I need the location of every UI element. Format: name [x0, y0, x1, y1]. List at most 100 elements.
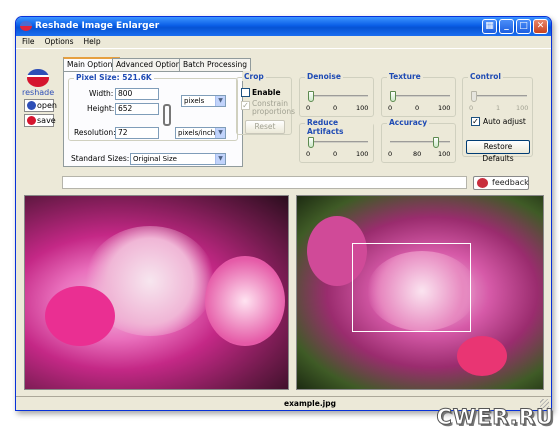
open-icon	[27, 101, 36, 110]
chevron-down-icon: ▼	[215, 96, 225, 106]
texture-value: 0	[415, 104, 420, 112]
denoise-max: 100	[356, 104, 369, 112]
menu-options[interactable]: Options	[39, 36, 78, 46]
window-title: Reshade Image Enlarger	[35, 21, 160, 31]
logo-text: reshade	[22, 88, 55, 97]
pixel-size-group: Pixel Size: 521.6K Width: 800 Height: 65…	[68, 73, 238, 141]
units-select[interactable]: pixels ▼	[181, 95, 226, 107]
height-input[interactable]: 652	[115, 103, 159, 115]
sidebar: reshade open save	[22, 69, 57, 127]
crop-title: Crop	[242, 72, 266, 81]
reshade-logo	[27, 69, 49, 87]
reduce-artifacts-value: 0	[333, 150, 338, 158]
texture-max: 100	[438, 104, 451, 112]
reshade-logo-icon	[20, 21, 32, 31]
texture-group: Texture 0 0 100	[381, 72, 456, 117]
tab-advanced-options[interactable]: Advanced Options	[112, 58, 189, 71]
feedback-label: feedback	[492, 178, 529, 187]
maximize-button[interactable]: □	[516, 19, 531, 34]
progress-bar	[62, 176, 467, 189]
reduce-artifacts-slider-thumb[interactable]	[308, 137, 314, 148]
control-min: 0	[469, 104, 474, 112]
texture-min: 0	[388, 104, 393, 112]
save-icon	[27, 116, 36, 125]
save-label: save	[37, 116, 56, 125]
tab-batch-processing[interactable]: Batch Processing	[179, 58, 251, 71]
auto-adjust-checkbox[interactable]: ✓	[471, 117, 480, 126]
resolution-input[interactable]: 72	[115, 127, 159, 139]
status-filename: example.jpg	[284, 399, 336, 408]
accuracy-max: 100	[438, 150, 451, 158]
app-window: Reshade Image Enlarger ▦ _ □ ✕ File Optio…	[15, 16, 552, 411]
chevron-down-icon: ▼	[215, 128, 225, 138]
title-bar[interactable]: Reshade Image Enlarger ▦ _ □ ✕	[16, 17, 551, 36]
standard-sizes-label: Standard Sizes:	[71, 154, 130, 163]
enlarged-image-preview[interactable]	[296, 195, 544, 390]
minimize-button[interactable]: _	[499, 19, 514, 34]
texture-slider[interactable]	[390, 91, 450, 102]
original-image-preview[interactable]	[24, 195, 289, 390]
width-input[interactable]: 800	[115, 88, 159, 100]
width-label: Width:	[89, 89, 114, 98]
texture-slider-thumb[interactable]	[390, 91, 396, 102]
reduce-artifacts-title: Reduce Artifacts	[305, 118, 373, 136]
chevron-down-icon: ▼	[215, 154, 225, 164]
menu-help[interactable]: Help	[78, 36, 105, 46]
flower-petal	[45, 286, 115, 346]
close-button[interactable]: ✕	[533, 19, 548, 34]
units-value: pixels	[184, 97, 205, 105]
save-button[interactable]: save	[24, 114, 56, 127]
accuracy-group: Accuracy 0 80 100	[381, 118, 456, 163]
resolution-label: Resolution:	[74, 128, 116, 137]
denoise-slider-thumb[interactable]	[308, 91, 314, 102]
flower-petal	[205, 256, 285, 346]
standard-sizes-select[interactable]: Original Size ▼	[130, 153, 226, 165]
reduce-artifacts-slider[interactable]	[308, 137, 368, 148]
accuracy-slider-thumb[interactable]	[433, 137, 439, 148]
constrain-label: Constrain proportions	[252, 99, 295, 116]
accuracy-slider[interactable]	[390, 137, 450, 148]
resolution-units-select[interactable]: pixels/inch ▼	[175, 127, 226, 139]
open-button[interactable]: open	[24, 99, 57, 112]
grid-icon[interactable]: ▦	[482, 19, 497, 34]
feedback-button[interactable]: feedback	[473, 176, 529, 190]
constrain-checkbox[interactable]: ✓	[241, 101, 250, 110]
texture-title: Texture	[387, 72, 423, 81]
denoise-group: Denoise 0 0 100	[299, 72, 374, 117]
auto-adjust-label: Auto adjust	[483, 117, 526, 126]
accuracy-title: Accuracy	[387, 118, 430, 127]
pixel-size-label: Pixel Size: 521.6K	[74, 73, 154, 82]
control-group: Control 0 1 100 ✓ Auto adjust Restore De…	[462, 72, 533, 163]
standard-sizes-value: Original Size	[133, 155, 177, 163]
control-value: 1	[496, 104, 501, 112]
reduce-artifacts-group: Reduce Artifacts 0 0 100	[299, 118, 374, 163]
reduce-artifacts-min: 0	[306, 150, 311, 158]
restore-defaults-button[interactable]: Restore Defaults	[466, 140, 530, 163]
main-options-panel: Pixel Size: 521.6K Width: 800 Height: 65…	[63, 71, 243, 167]
denoise-title: Denoise	[305, 72, 343, 81]
watermark: CWER.RU	[436, 405, 554, 429]
height-label: Height:	[87, 104, 115, 113]
menu-bar: File Options Help	[16, 36, 551, 49]
control-title: Control	[468, 72, 504, 81]
denoise-slider[interactable]	[308, 91, 368, 102]
flower-petal	[457, 336, 507, 376]
reduce-artifacts-max: 100	[356, 150, 369, 158]
link-proportions-icon[interactable]	[163, 104, 171, 126]
reset-button[interactable]: Reset	[245, 120, 285, 134]
crop-enable-checkbox[interactable]	[241, 88, 250, 97]
resolution-units-value: pixels/inch	[178, 129, 216, 137]
accuracy-min: 0	[388, 150, 393, 158]
open-label: open	[37, 101, 57, 110]
feedback-icon	[477, 178, 488, 188]
menu-file[interactable]: File	[16, 36, 39, 46]
crop-group: Crop Enable ✓ Constrain proportions Rese…	[236, 72, 295, 135]
crop-enable-label: Enable	[252, 88, 281, 97]
accuracy-value: 80	[413, 150, 422, 158]
control-max: 100	[516, 104, 529, 112]
denoise-value: 0	[333, 104, 338, 112]
control-slider-thumb[interactable]	[471, 91, 477, 102]
denoise-min: 0	[306, 104, 311, 112]
control-slider[interactable]	[471, 91, 527, 102]
crop-selection-rect[interactable]	[352, 243, 471, 332]
